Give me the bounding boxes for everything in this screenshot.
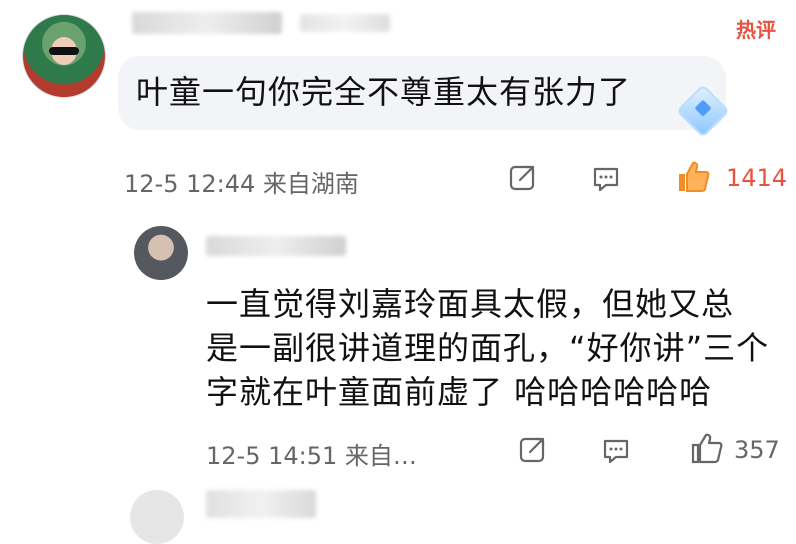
blurred-username	[132, 12, 282, 34]
share-icon[interactable]	[508, 162, 538, 192]
blurred-username-extra	[300, 14, 390, 32]
reply-share-icon[interactable]	[518, 434, 548, 464]
comment-icon[interactable]	[590, 162, 622, 194]
main-comment-time-location: 12-5 12:44 来自湖南	[124, 170, 359, 198]
blurred-reply-username	[206, 236, 346, 256]
main-like-count[interactable]: 1414	[726, 164, 787, 192]
hot-comment-badge: 热评	[736, 18, 776, 42]
reply-like-count[interactable]: 357	[734, 436, 780, 464]
reply-text-line2: 是一副很讲道理的面孔，“好你讲”三个	[206, 329, 770, 367]
next-reply-avatar[interactable]	[130, 490, 184, 544]
reply-thumb-up-icon[interactable]	[688, 430, 724, 466]
diamond-badge-inner	[694, 99, 712, 117]
reply-time-location: 12-5 14:51 来自…	[206, 442, 417, 470]
avatar[interactable]	[22, 14, 106, 98]
avatar-glasses	[49, 47, 79, 55]
reply-text-line3: 字就在叶童面前虚了 哈哈哈哈哈哈	[206, 373, 713, 411]
reply-avatar[interactable]	[134, 226, 188, 280]
blurred-next-username	[206, 490, 316, 518]
thumb-up-icon[interactable]	[674, 158, 712, 196]
reply-comment-icon[interactable]	[600, 434, 632, 466]
main-comment-text: 叶童一句你完全不尊重太有张力了	[136, 73, 632, 111]
reply-text-line1: 一直觉得刘嘉玲面具太假，但她又总	[206, 285, 735, 323]
